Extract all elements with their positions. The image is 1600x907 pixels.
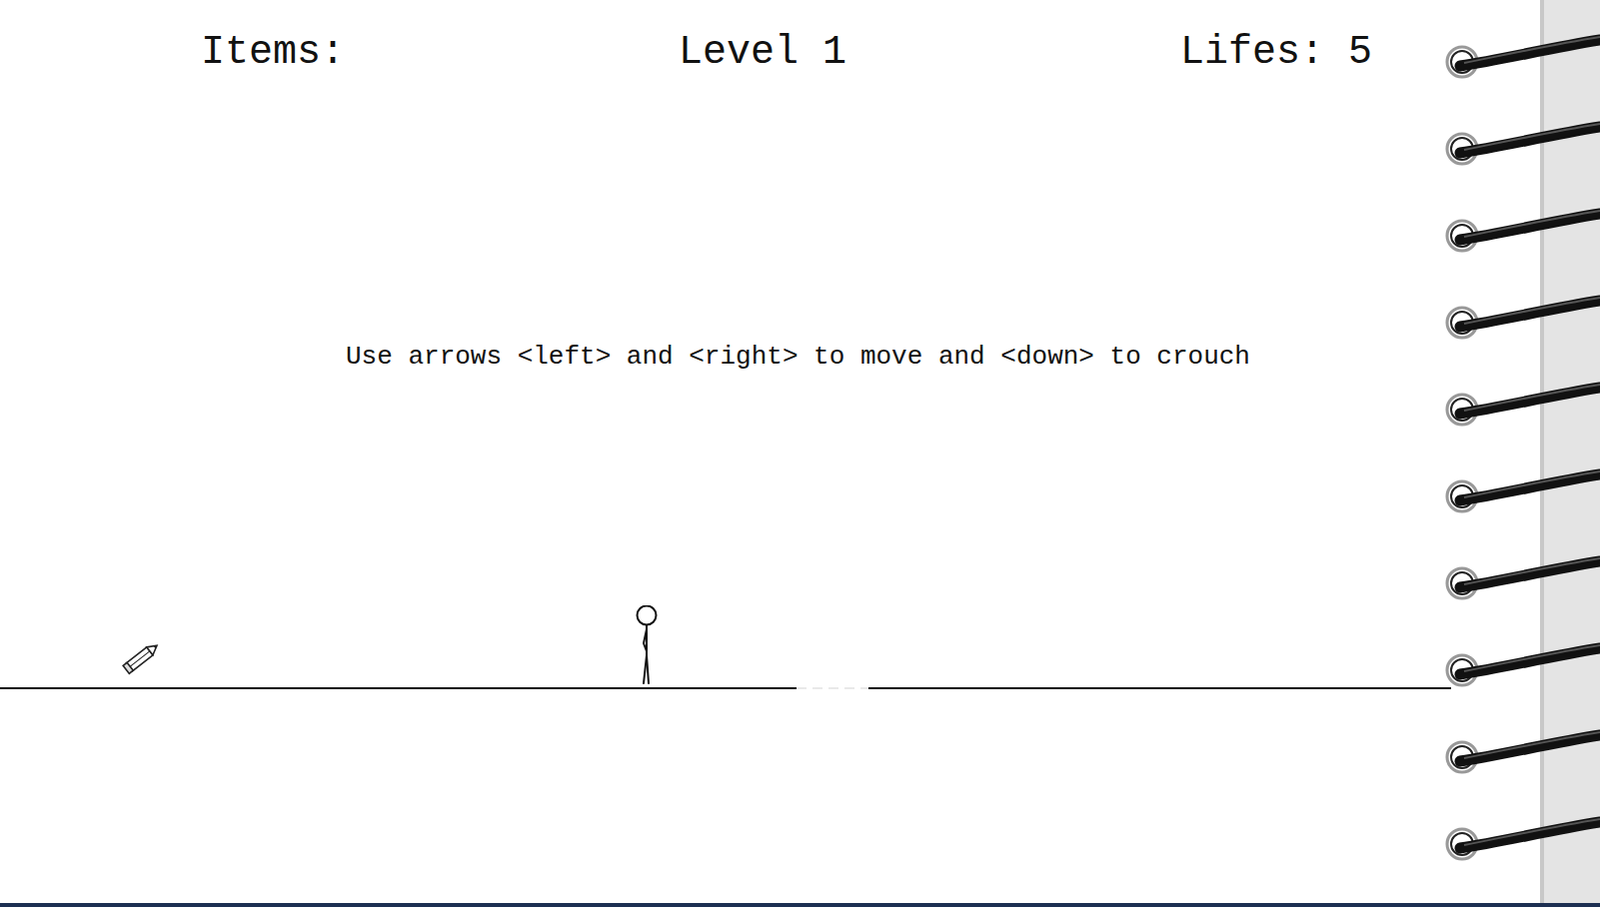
stick-figure-icon (631, 605, 662, 688)
binding-ring-icon (1447, 819, 1600, 860)
items-counter: Items: (200, 27, 345, 78)
instruction-text: Use arrows <left> and <right> to move an… (0, 339, 1600, 374)
binding-ring-icon (1447, 36, 1600, 77)
binding-ring-icon (1447, 384, 1600, 425)
binding-ring-icon (1447, 732, 1600, 773)
notebook-page: Items: Level 1 Lifes: 5 Use arrows <left> a… (0, 0, 1600, 907)
lives-label: Lifes: 5 (1180, 27, 1373, 78)
binding-ring-icon (1447, 297, 1600, 338)
binding-ring-icon (1447, 471, 1600, 512)
ground (0, 687, 1452, 690)
level-label: Level 1 (678, 27, 847, 78)
pencil-icon[interactable] (119, 637, 164, 678)
items-label: Items: (200, 27, 345, 78)
binding-ring-icon (1447, 210, 1600, 251)
hud: Items: Level 1 Lifes: 5 (0, 0, 1600, 78)
ground-segment (868, 687, 1452, 690)
ground-segment (0, 687, 797, 690)
ground-gap (796, 687, 869, 690)
binding-ring-icon (1447, 558, 1600, 599)
binding-ring-icon (1447, 123, 1600, 164)
binding-ring-icon (1447, 645, 1600, 686)
spiral-binding (1440, 0, 1600, 907)
